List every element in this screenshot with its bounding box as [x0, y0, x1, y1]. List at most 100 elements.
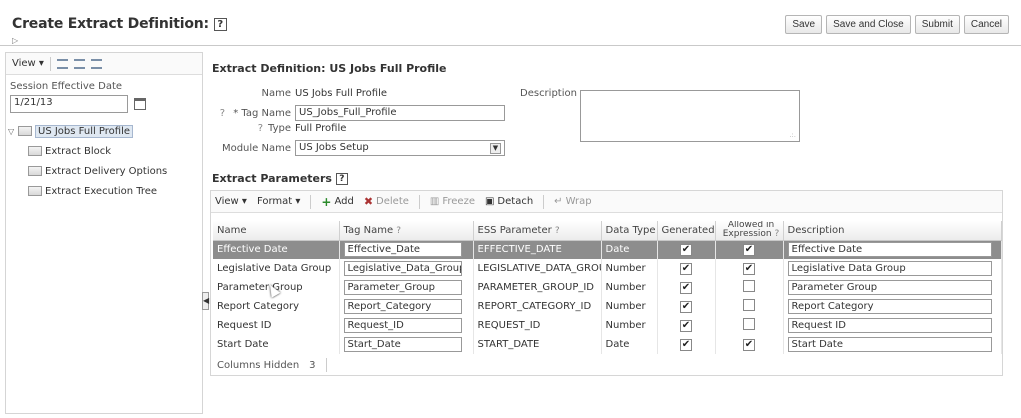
- panel-splitter-handle[interactable]: ◀: [202, 292, 209, 310]
- freeze-label: Freeze: [442, 196, 475, 207]
- tree-node-label[interactable]: Extract Execution Tree: [45, 186, 157, 197]
- delete-icon: ✖: [363, 195, 374, 208]
- tree-collapse-icon[interactable]: ▽: [8, 127, 18, 136]
- generated-checkbox[interactable]: ✔: [680, 281, 692, 294]
- extract-tree: ▽ US Jobs Full Profile Extract Block Ext…: [6, 121, 202, 201]
- column-header-name[interactable]: Name: [213, 221, 340, 241]
- session-date-input[interactable]: 1/21/13: [10, 95, 128, 113]
- allowed-in-expression-checkbox[interactable]: ✔: [743, 262, 755, 275]
- column-header-allowed-in-expression[interactable]: Allowed in Expression ?: [715, 221, 784, 241]
- help-icon[interactable]: ?: [213, 18, 227, 31]
- wrap-icon: ↵: [554, 196, 563, 207]
- tree-node-label[interactable]: US Jobs Full Profile: [35, 124, 134, 138]
- tag-name-cell-input[interactable]: Effective_Date: [343, 242, 463, 258]
- chevron-down-icon[interactable]: ▼: [490, 142, 501, 154]
- table-row[interactable]: Effective Date Effective_Date EFFECTIVE_DA…: [213, 240, 1002, 259]
- tree-node-extract-block[interactable]: Extract Block: [6, 141, 202, 161]
- columns-hidden-label: Columns Hidden: [217, 359, 300, 371]
- parameter-name: Effective Date: [217, 244, 288, 256]
- toolbar-separator: [49, 56, 51, 71]
- description-cell-input[interactable]: Legislative Data Group: [787, 261, 992, 276]
- resize-grip-icon[interactable]: .:.: [789, 131, 796, 139]
- session-date-label: Session Effective Date: [10, 81, 123, 92]
- tree-node-execution-tree[interactable]: Extract Execution Tree: [6, 181, 202, 201]
- description-textarea[interactable]: .:.: [580, 90, 800, 142]
- expand-all-icon[interactable]: [56, 58, 68, 69]
- tag-name-cell-input[interactable]: Request_ID: [343, 318, 463, 333]
- expand-icon[interactable]: ▷: [12, 36, 18, 45]
- generated-checkbox[interactable]: ✔: [680, 338, 692, 351]
- description-cell-input[interactable]: Start Date: [787, 337, 992, 352]
- hierarchy-icon[interactable]: [90, 58, 102, 69]
- save-and-close-button[interactable]: Save and Close: [826, 15, 911, 34]
- description-cell-input[interactable]: Request ID: [787, 318, 992, 333]
- tag-name-cell-input[interactable]: Report_Category: [343, 299, 463, 314]
- submit-button[interactable]: Submit: [914, 15, 960, 34]
- tree-node-root[interactable]: ▽ US Jobs Full Profile: [6, 121, 202, 141]
- detach-button[interactable]: ▣ Detach: [485, 196, 533, 207]
- delete-button[interactable]: ✖ Delete: [364, 195, 409, 208]
- toolbar-separator: [310, 194, 312, 209]
- ess-parameter-value: START_DATE: [477, 339, 540, 350]
- generated-checkbox[interactable]: ✔: [680, 319, 692, 332]
- parameter-name: Parameter Group: [217, 282, 303, 293]
- description-cell-input[interactable]: Effective Date: [787, 242, 992, 258]
- allowed-in-expression-checkbox[interactable]: ✔: [743, 243, 755, 256]
- generated-checkbox[interactable]: ✔: [680, 262, 692, 275]
- type-value: Full Profile: [295, 123, 347, 134]
- parameter-name: Start Date: [217, 339, 269, 350]
- page-actions: Save Save and Close Submit Cancel: [785, 15, 1009, 34]
- data-type-value: Date: [605, 244, 630, 256]
- generated-checkbox[interactable]: ✔: [680, 300, 692, 313]
- module-name-select[interactable]: US Jobs Setup ▼: [295, 140, 505, 156]
- generated-checkbox[interactable]: ✔: [680, 243, 692, 256]
- parameter-name: Legislative Data Group: [217, 263, 332, 274]
- type-label: Type: [268, 123, 291, 134]
- tag-name-cell-input[interactable]: Parameter_Group: [343, 280, 463, 295]
- freeze-icon: ▥: [429, 196, 440, 207]
- left-tree-panel: View ▾ Session Effective Date 1/21/13 ▽ …: [5, 52, 203, 414]
- table-row[interactable]: Request ID Request_ID REQUEST_ID Number ✔ Req…: [213, 316, 1002, 335]
- column-header-generated[interactable]: Generated ?: [657, 221, 716, 241]
- column-header-data-type[interactable]: Data Type: [601, 221, 658, 241]
- tag-name-cell-input[interactable]: Legislative_Data_Group: [343, 261, 463, 276]
- help-q-icon: ?: [219, 107, 225, 119]
- tree-view-menu[interactable]: View ▾: [12, 58, 44, 69]
- table-footer: Columns Hidden 3: [213, 356, 327, 374]
- view-menu[interactable]: View ▾: [215, 196, 247, 207]
- description-cell-input[interactable]: Report Category: [787, 299, 992, 314]
- column-header-label: ESS Parameter: [477, 224, 552, 236]
- allowed-in-expression-checkbox[interactable]: [743, 318, 755, 330]
- tag-name-input[interactable]: US_Jobs_Full_Profile: [295, 105, 505, 121]
- save-button[interactable]: Save: [785, 15, 823, 34]
- table-row[interactable]: Report Category Report_Category REPORT_CAT…: [213, 297, 1002, 316]
- ess-parameter-value: PARAMETER_GROUP_ID: [477, 282, 595, 293]
- table-row[interactable]: Parameter Group Parameter_Group PARAMETER_…: [213, 278, 1002, 297]
- allowed-in-expression-checkbox[interactable]: ✔: [743, 338, 755, 351]
- freeze-button[interactable]: ▥ Freeze: [430, 196, 475, 207]
- tag-name-cell-input[interactable]: Start_Date: [343, 337, 463, 352]
- table-row[interactable]: Legislative Data Group Legislative_Data_G…: [213, 259, 1002, 278]
- add-button[interactable]: + Add: [321, 195, 353, 209]
- column-header-label: Generated: [661, 224, 715, 236]
- column-header-description[interactable]: Description: [783, 221, 1002, 241]
- columns-hidden-count[interactable]: 3: [309, 360, 315, 371]
- allowed-in-expression-checkbox[interactable]: [743, 280, 755, 292]
- description-cell-input[interactable]: Parameter Group: [787, 280, 992, 295]
- tree-node-label[interactable]: Extract Block: [45, 146, 111, 157]
- wrap-button[interactable]: ↵ Wrap: [554, 196, 591, 207]
- collapse-all-icon[interactable]: [73, 58, 85, 69]
- calendar-icon[interactable]: [134, 98, 146, 110]
- table-row[interactable]: Start Date Start_Date START_DATE Date ✔ ✔ Star…: [213, 335, 1002, 354]
- column-header-label: Expression: [722, 229, 772, 240]
- parameters-table: Name Tag Name ? ESS Parameter ? Data Typ…: [213, 221, 1002, 354]
- cancel-button[interactable]: Cancel: [963, 15, 1009, 34]
- column-header-tag-name[interactable]: Tag Name ?: [339, 221, 474, 241]
- help-icon[interactable]: ?: [335, 173, 348, 185]
- allowed-in-expression-checkbox[interactable]: [743, 299, 755, 311]
- tree-node-delivery-options[interactable]: Extract Delivery Options: [6, 161, 202, 181]
- tree-node-label[interactable]: Extract Delivery Options: [45, 166, 167, 177]
- folder-icon: [28, 166, 42, 176]
- column-header-ess-parameter[interactable]: ESS Parameter ?: [473, 221, 602, 241]
- format-menu[interactable]: Format ▾: [257, 196, 300, 207]
